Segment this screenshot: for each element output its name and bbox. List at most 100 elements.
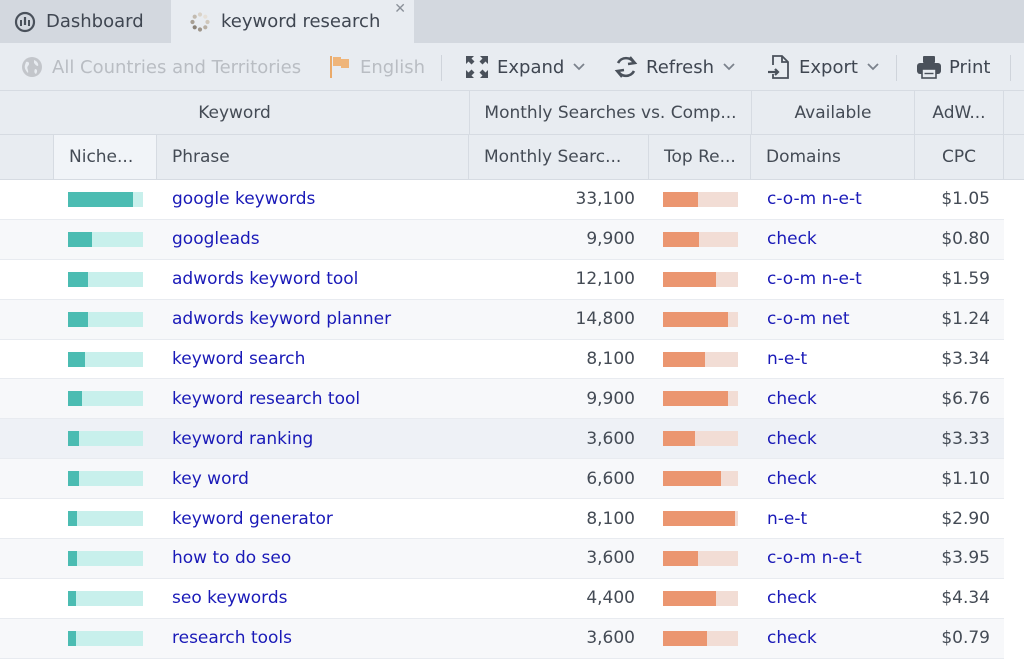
domains-link[interactable]: check	[767, 389, 817, 409]
top-result-bar	[663, 271, 738, 287]
top-result-bar	[663, 311, 738, 327]
domains-cell: c-o-m n-e-t	[767, 260, 862, 299]
phrase-link[interactable]: key word	[172, 469, 249, 489]
column-header-niche[interactable]: Niche...	[53, 135, 157, 179]
toolbar-divider	[441, 55, 442, 81]
phrase-cell: research tools	[172, 619, 292, 658]
tab-strip: Dashboard keyword research ✕	[0, 0, 1024, 43]
phrase-link[interactable]: googleads	[172, 229, 260, 249]
domains-link[interactable]: check	[767, 469, 817, 489]
table-row[interactable]: googleads 9,900 check $0.80	[0, 219, 1004, 260]
close-tab-icon[interactable]: ✕	[394, 1, 406, 17]
column-header-phrase[interactable]: Phrase	[157, 135, 469, 179]
expand-button[interactable]: Expand	[464, 43, 585, 91]
group-header-adwords[interactable]: AdW...	[915, 91, 1004, 134]
top-result-bar	[663, 471, 738, 487]
table-row[interactable]: keyword research tool 9,900 check $6.76	[0, 379, 1004, 420]
domains-cell: c-o-m n-e-t	[767, 180, 862, 219]
column-header-monthly-searches[interactable]: Monthly Searc...	[469, 135, 649, 179]
domains-link[interactable]: n-e-t	[767, 349, 807, 369]
language-selector[interactable]: English	[327, 43, 425, 91]
refresh-label: Refresh	[646, 56, 714, 78]
domains-cell: check	[767, 619, 817, 658]
language-label: English	[360, 56, 425, 78]
niche-score-fill	[68, 551, 77, 567]
phrase-link[interactable]: google keywords	[172, 189, 315, 209]
refresh-button[interactable]: Refresh	[613, 43, 735, 91]
group-header-available[interactable]: Available	[752, 91, 915, 134]
tab-dashboard[interactable]: Dashboard	[0, 0, 171, 43]
domains-cell: check	[767, 220, 817, 259]
table-row[interactable]: key word 6,600 check $1.10	[0, 459, 1004, 500]
top-result-bar	[663, 590, 738, 606]
niche-score-bar	[68, 431, 143, 447]
domains-cell: c-o-m net	[767, 300, 850, 339]
domains-link[interactable]: check	[767, 588, 817, 608]
export-button[interactable]: Export	[766, 43, 879, 91]
table-row[interactable]: keyword generator 8,100 n-e-t $2.90	[0, 499, 1004, 540]
niche-score-bar	[68, 391, 143, 407]
top-result-fill	[663, 511, 735, 527]
table-row[interactable]: adwords keyword planner 14,800 c-o-m net $1…	[0, 299, 1004, 340]
domains-link[interactable]: check	[767, 628, 817, 648]
niche-score-fill	[68, 271, 88, 287]
monthly-searches-cell: 9,900	[586, 229, 635, 250]
group-header-monthly-searches-vs-competition[interactable]: Monthly Searches vs. Comp...	[470, 91, 752, 134]
export-label: Export	[799, 56, 858, 78]
phrase-link[interactable]: keyword search	[172, 349, 305, 369]
country-label: All Countries and Territories	[52, 56, 302, 78]
column-header-domains[interactable]: Domains	[751, 135, 915, 179]
phrase-link[interactable]: keyword ranking	[172, 429, 313, 449]
column-header-cpc[interactable]: CPC	[915, 135, 1004, 179]
country-selector[interactable]: All Countries and Territories	[19, 43, 301, 91]
monthly-searches-cell: 8,100	[586, 349, 635, 369]
table-row[interactable]: research tools 3,600 check $0.79	[0, 618, 1004, 659]
printer-icon	[916, 54, 942, 80]
table-row[interactable]: keyword search 8,100 n-e-t $3.34	[0, 339, 1004, 380]
phrase-link[interactable]: adwords keyword planner	[172, 309, 391, 329]
top-result-bar	[663, 511, 738, 527]
domains-link[interactable]: c-o-m n-e-t	[767, 269, 862, 289]
table-group-header: Keyword Monthly Searches vs. Comp... Ava…	[0, 91, 1024, 135]
group-header-keyword[interactable]: Keyword	[0, 91, 470, 134]
phrase-cell: seo keywords	[172, 579, 288, 618]
loading-spinner-icon	[188, 10, 212, 34]
niche-score-fill	[68, 311, 88, 327]
top-result-bar	[663, 351, 738, 367]
phrase-link[interactable]: research tools	[172, 628, 292, 648]
niche-score-bar	[68, 590, 143, 606]
phrase-link[interactable]: how to do seo	[172, 548, 291, 568]
table-row[interactable]: adwords keyword tool 12,100 c-o-m n-e-t $1.…	[0, 259, 1004, 300]
monthly-searches-cell: 8,100	[586, 508, 635, 529]
monthly-searches-cell: 4,400	[586, 588, 635, 609]
monthly-searches-cell: 14,800	[575, 309, 635, 330]
cpc-cell: $1.10	[941, 468, 990, 489]
phrase-link[interactable]: keyword research tool	[172, 389, 360, 409]
domains-link[interactable]: c-o-m net	[767, 309, 850, 329]
domains-link[interactable]: c-o-m n-e-t	[767, 548, 862, 568]
monthly-searches-cell: 6,600	[586, 468, 635, 489]
domains-link[interactable]: c-o-m n-e-t	[767, 189, 862, 209]
top-result-bar	[663, 192, 738, 207]
table-row[interactable]: google keywords 33,100 c-o-m n-e-t $1.05	[0, 180, 1004, 220]
niche-score-fill	[68, 630, 76, 646]
export-file-icon	[766, 54, 792, 80]
phrase-link[interactable]: seo keywords	[172, 588, 288, 608]
tab-keyword-research[interactable]: keyword research ✕	[171, 0, 414, 43]
table-row[interactable]: seo keywords 4,400 check $4.34	[0, 578, 1004, 619]
domains-link[interactable]: check	[767, 229, 817, 249]
niche-score-bar	[68, 192, 143, 207]
column-header-top-result[interactable]: Top Re...	[649, 135, 751, 179]
domains-link[interactable]: check	[767, 429, 817, 449]
print-button[interactable]: Print	[916, 43, 990, 91]
phrase-link[interactable]: adwords keyword tool	[172, 269, 358, 289]
table-row[interactable]: keyword ranking 3,600 check $3.33	[0, 419, 1004, 460]
monthly-searches-cell: 9,900	[586, 388, 635, 409]
top-result-fill	[663, 551, 698, 567]
phrase-link[interactable]: keyword generator	[172, 509, 333, 529]
cpc-cell: $4.34	[941, 588, 990, 609]
table-row[interactable]: how to do seo 3,600 c-o-m n-e-t $3.95	[0, 539, 1004, 579]
domains-link[interactable]: n-e-t	[767, 509, 807, 529]
niche-score-fill	[68, 471, 79, 487]
phrase-cell: key word	[172, 459, 249, 498]
